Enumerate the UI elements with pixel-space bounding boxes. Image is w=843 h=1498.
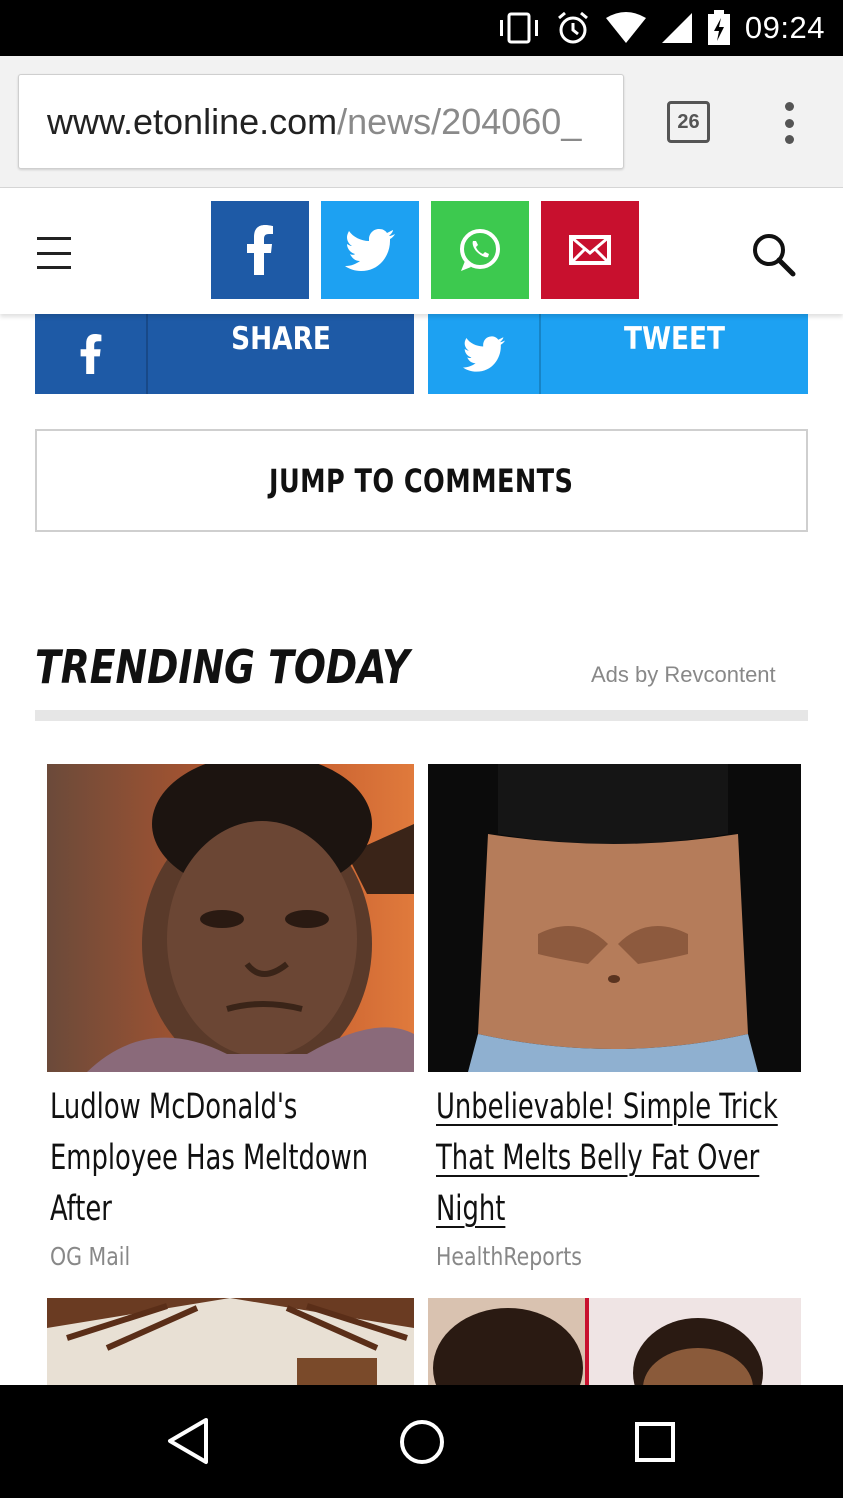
ads-attribution[interactable]: Ads by Revcontent bbox=[591, 662, 776, 688]
card-source: HealthReports bbox=[436, 1242, 582, 1271]
card-title-link[interactable]: Unbelievable! Simple Trick That Melts Be… bbox=[436, 1082, 797, 1235]
twitter-tweet-bar-button[interactable]: TWEET bbox=[428, 314, 808, 394]
section-divider bbox=[35, 710, 808, 721]
card-image-hairline[interactable] bbox=[428, 1298, 801, 1385]
twitter-share-button[interactable] bbox=[321, 201, 419, 299]
tab-switcher-button[interactable]: 26 bbox=[667, 101, 710, 143]
url-bar[interactable]: www.etonline.com/news/204060_ bbox=[18, 74, 624, 169]
whatsapp-share-button[interactable] bbox=[431, 201, 529, 299]
home-icon[interactable] bbox=[399, 1419, 445, 1465]
card-title[interactable]: Ludlow McDonald's Employee Has Meltdown … bbox=[50, 1082, 411, 1235]
card-image-belly[interactable] bbox=[428, 764, 801, 1072]
facebook-icon bbox=[80, 334, 101, 374]
battery-charging-icon bbox=[707, 10, 731, 46]
hamburger-menu-icon[interactable] bbox=[37, 237, 71, 269]
recents-icon[interactable] bbox=[635, 1422, 675, 1462]
url-path: /news/204060_ bbox=[337, 101, 582, 142]
jump-to-comments-button[interactable]: JUMP TO COMMENTS bbox=[35, 429, 808, 532]
card-image-woman-crying[interactable] bbox=[47, 764, 414, 1072]
vibrate-icon bbox=[497, 12, 541, 44]
wifi-icon bbox=[605, 12, 647, 44]
facebook-icon bbox=[247, 225, 273, 275]
twitter-icon bbox=[462, 336, 505, 372]
alarm-icon bbox=[555, 10, 591, 46]
site-header bbox=[0, 188, 843, 314]
card-source: OG Mail bbox=[50, 1242, 131, 1271]
tweet-label: TWEET bbox=[623, 321, 726, 357]
back-icon[interactable] bbox=[166, 1417, 210, 1465]
share-label: SHARE bbox=[231, 321, 331, 357]
email-icon bbox=[569, 235, 611, 265]
facebook-share-button[interactable] bbox=[211, 201, 309, 299]
status-bar: 09:24 bbox=[0, 0, 843, 56]
android-nav-bar bbox=[0, 1385, 843, 1498]
url-domain: www.etonline.com bbox=[47, 101, 338, 142]
twitter-icon bbox=[345, 229, 395, 271]
email-share-button[interactable] bbox=[541, 201, 639, 299]
jump-to-comments-label: JUMP TO COMMENTS bbox=[269, 461, 574, 500]
facebook-share-bar-button[interactable]: SHARE bbox=[35, 314, 414, 394]
trending-heading: TRENDING TODAY bbox=[35, 640, 410, 694]
overflow-menu-icon[interactable] bbox=[776, 98, 802, 148]
browser-toolbar: www.etonline.com/news/204060_ 26 bbox=[0, 56, 843, 188]
card-image-room[interactable] bbox=[47, 1298, 414, 1385]
whatsapp-icon bbox=[460, 229, 500, 271]
signal-icon bbox=[661, 12, 693, 44]
status-time: 09:24 bbox=[744, 10, 825, 45]
search-icon[interactable] bbox=[751, 232, 797, 278]
